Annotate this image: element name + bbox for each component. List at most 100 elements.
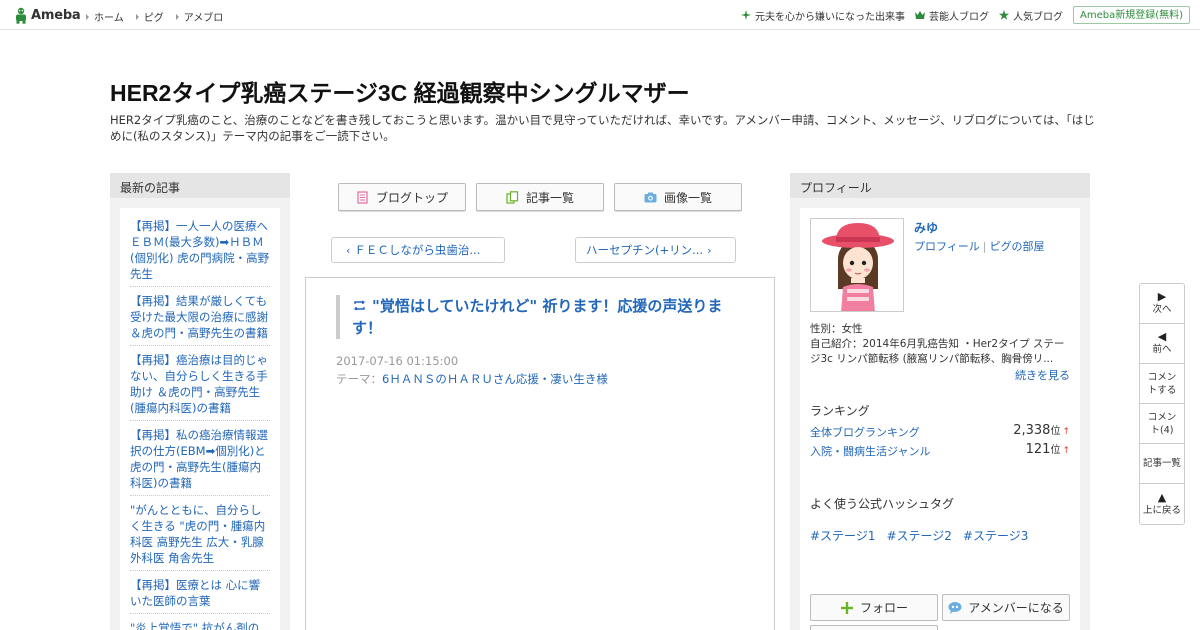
nav-label: アメブロ	[183, 13, 224, 24]
theme-link[interactable]: 6ＨＡＮＳのＨＡＲＵさん応援・凄い生き様	[382, 372, 608, 386]
copy-icon	[506, 190, 519, 204]
sparkle-icon	[740, 10, 751, 20]
reblog-icon	[353, 300, 366, 311]
floating-nav: ▶ 次へ ◀ 前へ コメントする コメント(4) 記事一覧 ▲ 上に戻る	[1139, 283, 1185, 525]
more-button-partial[interactable]	[810, 625, 938, 630]
profile-heading: プロフィール	[790, 173, 1090, 198]
nav-ameblo[interactable]: アメブロ	[175, 9, 224, 24]
next-entry-link[interactable]: ハーセプチン(+リン... ›	[575, 237, 736, 263]
recent-entry-link[interactable]: 【再掲】医療とは 心に響いた医師の言葉	[130, 577, 270, 614]
celebrity-blog-link[interactable]: 芸能人ブログ	[914, 8, 989, 23]
entry-date: 2017-07-16 01:15:00	[336, 354, 459, 368]
document-icon	[357, 190, 368, 204]
amember-label: アメンバーになる	[968, 601, 1064, 615]
recent-entry-link[interactable]: "炎上覚悟で" 抗がん剤の	[130, 620, 270, 630]
amember-button[interactable]: アメンバーになる	[942, 594, 1070, 621]
header-links: 元夫を心から嫌いになった出来事 芸能人ブログ 人気ブログ Ameba新規登録(無…	[740, 0, 1200, 30]
popular-blog-link[interactable]: 人気ブログ	[998, 8, 1063, 23]
global-nav: ホーム ピグ アメブロ	[86, 9, 235, 24]
camera-icon	[644, 192, 657, 202]
comment-label: コメントする	[1147, 371, 1177, 396]
trending-topic-link[interactable]: 元夫を心から嫌いになった出来事	[740, 8, 905, 23]
entry-title-link[interactable]: "覚悟はしていたけれど" 祈ります！応援の声送ります！	[352, 295, 736, 339]
profile-box: みゆ プロフィール | ピグの部屋 性別：女性 自己紹介：2014年6月乳癌告知 ・…	[800, 208, 1080, 630]
next-button[interactable]: ▶ 次へ	[1140, 284, 1184, 324]
ranking-row: 全体ブログランキング 2,338位 ↑	[810, 422, 1070, 440]
nav-pigg[interactable]: ピグ	[135, 9, 164, 24]
ameba-logo[interactable]: Ameba	[14, 6, 81, 24]
recent-entry-link[interactable]: 【再掲】癌治療は目的じゃない、自分らしく生きる手助け ＆虎の門・高野先生(腫瘍内…	[130, 352, 270, 421]
entry-title: "覚悟はしていたけれど" 祈ります！応援の声送ります！	[352, 297, 723, 337]
overall-ranking-link[interactable]: 全体ブログランキング	[810, 426, 920, 439]
prev-entry-label: ＦＥＣしながら虫歯治...	[354, 243, 481, 257]
triangle-right-icon	[135, 13, 139, 20]
speech-bubble-icon	[948, 601, 962, 614]
hashtag-list: #ステージ1 #ステージ2 #ステージ3	[810, 527, 1028, 544]
comment-count-button[interactable]: コメント(4)	[1140, 404, 1184, 444]
prev-button[interactable]: ◀ 前へ	[1140, 324, 1184, 364]
hashtag-heading: よく使う公式ハッシュタグ	[810, 497, 955, 511]
blog-tabs: ブログトップ 記事一覧 画像一覧	[338, 183, 742, 211]
logo-text: Ameba	[31, 7, 81, 23]
pigg-room-link[interactable]: ピグの部屋	[990, 240, 1045, 253]
entry-list-button[interactable]: 記事一覧	[1140, 444, 1184, 484]
tab-entry-list[interactable]: 記事一覧	[476, 183, 604, 211]
arrow-left-icon: ◀	[1157, 330, 1167, 343]
ranking-row: 入院・闘病生活ジャンル 121位 ↑	[810, 441, 1070, 459]
hashtag-link[interactable]: #ステージ2	[886, 527, 951, 544]
celebrity-blog-label: 芸能人ブログ	[928, 11, 989, 23]
register-button[interactable]: Ameba新規登録(無料)	[1072, 6, 1190, 24]
plus-icon	[840, 601, 853, 614]
recent-entry-link[interactable]: 【再掲】私の癌治療情報選択の仕方(EBM➡個別化)と虎の門・高野先生(腫瘍内科医…	[130, 427, 270, 496]
genre-ranking-link[interactable]: 入院・闘病生活ジャンル	[810, 445, 930, 458]
tab-blog-top[interactable]: ブログトップ	[338, 183, 466, 211]
recent-entry-link[interactable]: 【再掲】結果が厳しくても受けた最大限の治療に感謝 ＆虎の門・高野先生の書籍	[130, 293, 270, 346]
ranking-value: 121位 ↑	[1026, 441, 1070, 457]
rank-up-icon: ↑	[1062, 446, 1070, 456]
nav-home[interactable]: ホーム	[86, 9, 124, 24]
tab-image-list[interactable]: 画像一覧	[614, 183, 742, 211]
recent-entries-heading: 最新の記事	[110, 173, 290, 198]
nav-label: ピグ	[143, 13, 164, 24]
next-label: 次へ	[1152, 304, 1172, 315]
rank-up-icon: ↑	[1062, 427, 1070, 437]
recent-entry-link[interactable]: "がんとともに、自分らしく生きる "虎の門・腫瘍内科医 高野先生 広大・乳腺外科…	[130, 502, 270, 571]
blog-title[interactable]: HER2タイプ乳癌ステージ3C 経過観察中シングルマザー	[110, 74, 690, 108]
triangle-right-icon	[175, 13, 179, 20]
hashtag-link[interactable]: #ステージ1	[810, 527, 875, 544]
rank-unit: 位	[1050, 445, 1061, 456]
recent-entries-list: 【再掲】一人一人の医療へ ＥＢＭ(最大多数)➡ＨＢＭ(個別化) 虎の門病院・高野…	[120, 208, 280, 630]
avatar-illustration-icon	[822, 223, 894, 311]
arrow-right-icon: ▶	[1157, 290, 1167, 303]
profile-name[interactable]: みゆ	[914, 219, 938, 236]
theme-label: テーマ：	[336, 372, 382, 386]
profile-gender: 性別：女性	[810, 323, 863, 335]
recent-entry-link[interactable]: 【再掲】一人一人の医療へ ＥＢＭ(最大多数)➡ＨＢＭ(個別化) 虎の門病院・高野…	[130, 218, 270, 287]
avatar[interactable]	[810, 218, 904, 312]
entry-header: "覚悟はしていたけれど" 祈ります！応援の声送ります！	[336, 295, 736, 339]
comment-button[interactable]: コメントする	[1140, 364, 1184, 404]
rank-unit: 位	[1050, 426, 1061, 437]
hashtag-link[interactable]: #ステージ3	[963, 527, 1028, 544]
entry-list-label: 記事一覧	[1142, 458, 1181, 469]
profile-intro: 自己紹介：2014年6月乳癌告知 ・Her2タイプ ステージ3c リンパ節転移 …	[810, 338, 1065, 365]
article: "覚悟はしていたけれど" 祈ります！応援の声送ります！ 2017-07-16 0…	[305, 277, 775, 630]
recent-entries-sidebar: 最新の記事 【再掲】一人一人の医療へ ＥＢＭ(最大多数)➡ＨＢＭ(個別化) 虎の…	[110, 173, 290, 630]
profile-sidebar: プロフィール みゆ プロフィール | ピグの部屋 性別：女性 自己紹介：2014…	[790, 173, 1090, 630]
ameba-logo-icon	[14, 7, 28, 24]
ranking-value: 2,338位 ↑	[1013, 422, 1070, 438]
read-more-link[interactable]: 続きを見る	[1015, 367, 1070, 383]
rank-number: 2,338	[1013, 423, 1051, 438]
blog-description: HER2タイプ乳癌のこと、治療のことなどを書き残しておこうと思います。温かい目で…	[110, 113, 1095, 143]
profile-info: 性別：女性 自己紹介：2014年6月乳癌告知 ・Her2タイプ ステージ3c リ…	[810, 322, 1072, 367]
profile-link[interactable]: プロフィール	[914, 240, 980, 253]
follow-button[interactable]: フォロー	[810, 594, 938, 621]
back-to-top-button[interactable]: ▲ 上に戻る	[1140, 484, 1184, 524]
rank-number: 121	[1025, 442, 1051, 457]
popular-blog-label: 人気ブログ	[1012, 11, 1063, 23]
profile-links: プロフィール | ピグの部屋	[914, 238, 1045, 254]
trending-topic-label: 元夫を心から嫌いになった出来事	[754, 11, 905, 23]
arrow-up-icon: ▲	[1157, 490, 1167, 504]
prev-entry-link[interactable]: ‹ ＦＥＣしながら虫歯治...	[331, 237, 505, 263]
ranking-heading: ランキング	[810, 404, 870, 418]
